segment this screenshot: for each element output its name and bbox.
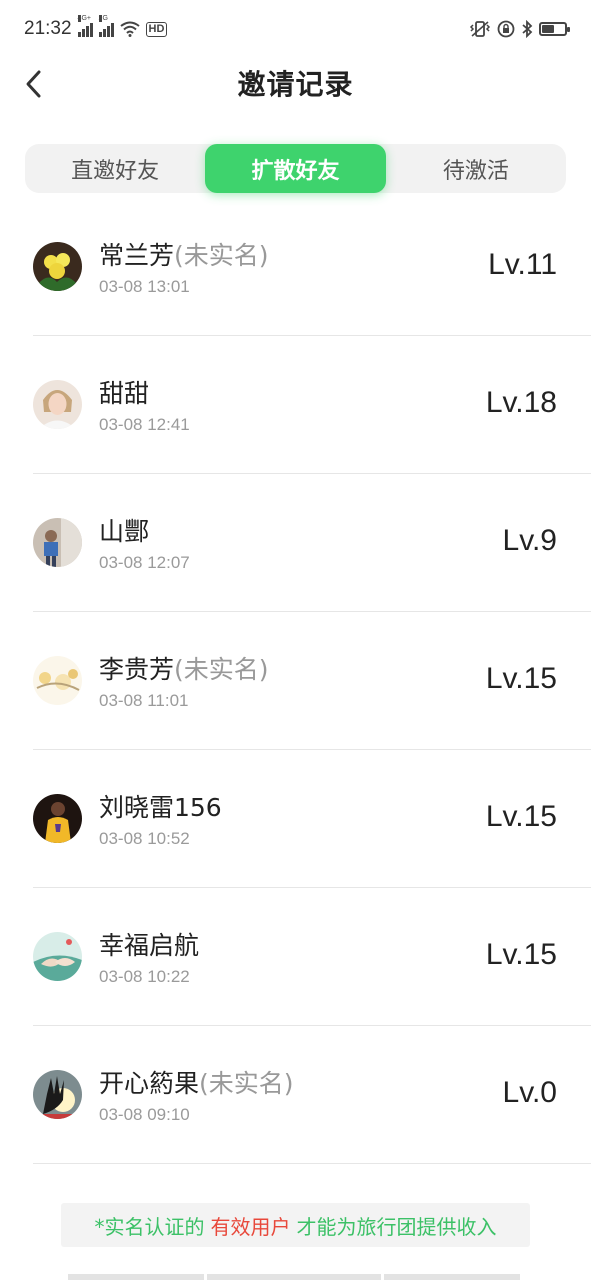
list-item[interactable]: 刘晓雷156 03-08 10:52 Lv.15: [33, 750, 591, 888]
battery-fill: [542, 25, 554, 33]
avatar: [33, 242, 82, 291]
rotation-lock-icon: [497, 20, 515, 38]
user-name: 甜甜: [99, 379, 150, 408]
invite-list: 常兰芳(未实名) 03-08 13:01 Lv.11 甜甜 03-08 12:4…: [0, 198, 591, 1164]
note-text-start: *实名认证的: [94, 1214, 205, 1239]
invite-date: 03-08 10:52: [99, 829, 190, 848]
unverified-tag: (未实名): [199, 1069, 294, 1098]
user-level: Lv.0: [502, 1076, 557, 1109]
user-name: 幸福启航: [99, 931, 200, 960]
user-level: Lv.11: [488, 248, 557, 281]
user-level: Lv.18: [485, 386, 557, 419]
page-title: 邀请记录: [237, 68, 354, 101]
hd-icon: HD: [145, 21, 168, 37]
bottom-tab-bar-edge: [68, 1274, 520, 1280]
status-time: 21:32: [24, 18, 72, 39]
verification-note: *实名认证的 有效用户 才能为旅行团提供收入: [61, 1203, 530, 1247]
invite-date: 03-08 12:07: [99, 553, 190, 572]
signal-2g-label: 2G: [98, 15, 108, 22]
tab-direct-invite[interactable]: 直邀好友: [25, 144, 205, 193]
list-item[interactable]: 幸福启航 03-08 10:22 Lv.15: [33, 888, 591, 1026]
signal-4g-label: 4G+: [77, 15, 91, 22]
status-bar: 21:32 4G+ 2G HD: [0, 0, 591, 58]
wifi-icon: [119, 21, 140, 37]
status-right: [469, 20, 570, 38]
avatar: [33, 1070, 82, 1119]
user-name: 山酆: [99, 517, 150, 546]
user-level: Lv.15: [485, 662, 557, 695]
vibrate-icon: [469, 20, 491, 38]
tab-pending-activation[interactable]: 待激活: [386, 144, 566, 193]
signal-4g-icon: 4G+: [77, 15, 93, 37]
header: 邀请记录: [0, 58, 591, 108]
invite-date: 03-08 11:01: [99, 691, 189, 710]
user-name-line: 刘晓雷156: [99, 788, 222, 824]
avatar: [33, 794, 82, 843]
user-name: 开心箹果: [99, 1069, 200, 1098]
list-item[interactable]: 常兰芳(未实名) 03-08 13:01 Lv.11: [33, 198, 591, 336]
list-item[interactable]: 开心箹果(未实名) 03-08 09:10 Lv.0: [33, 1026, 591, 1164]
tab-bar: 直邀好友 扩散好友 待激活: [25, 144, 566, 193]
user-name: 刘晓雷156: [99, 793, 222, 822]
user-name: 常兰芳: [99, 241, 175, 270]
note-text-highlight: 有效用户: [210, 1214, 291, 1239]
user-name-line: 山酆: [99, 512, 149, 548]
user-name-line: 开心箹果(未实名): [99, 1064, 294, 1100]
user-name-line: 李贵芳(未实名): [99, 650, 269, 686]
user-level: Lv.9: [502, 524, 557, 557]
battery-icon: [539, 22, 570, 36]
user-level: Lv.15: [485, 800, 557, 833]
invite-date: 03-08 13:01: [99, 277, 190, 296]
avatar: [33, 518, 82, 567]
invite-date: 03-08 12:41: [99, 415, 190, 434]
chevron-left-icon: [26, 70, 41, 98]
user-level: Lv.15: [485, 938, 557, 971]
invite-date: 03-08 09:10: [99, 1105, 190, 1124]
invite-date: 03-08 10:22: [99, 967, 190, 986]
note-text-end: 才能为旅行团提供收入: [296, 1214, 497, 1239]
back-button[interactable]: [14, 64, 54, 104]
bluetooth-icon: [521, 20, 533, 38]
unverified-tag: (未实名): [174, 655, 269, 684]
list-item[interactable]: 李贵芳(未实名) 03-08 11:01 Lv.15: [33, 612, 591, 750]
user-name-line: 常兰芳(未实名): [99, 236, 269, 272]
user-name-line: 幸福启航: [99, 926, 199, 962]
user-name-line: 甜甜: [99, 374, 149, 410]
user-name: 李贵芳: [99, 655, 175, 684]
avatar: [33, 932, 82, 981]
list-item[interactable]: 甜甜 03-08 12:41 Lv.18: [33, 336, 591, 474]
avatar: [33, 380, 82, 429]
status-left: 21:32 4G+ 2G HD: [24, 15, 168, 40]
tab-spread-friends[interactable]: 扩散好友: [205, 144, 386, 193]
list-item[interactable]: 山酆 03-08 12:07 Lv.9: [33, 474, 591, 612]
avatar: [33, 656, 82, 705]
unverified-tag: (未实名): [174, 241, 269, 270]
signal-2g-icon: 2G: [98, 15, 114, 37]
